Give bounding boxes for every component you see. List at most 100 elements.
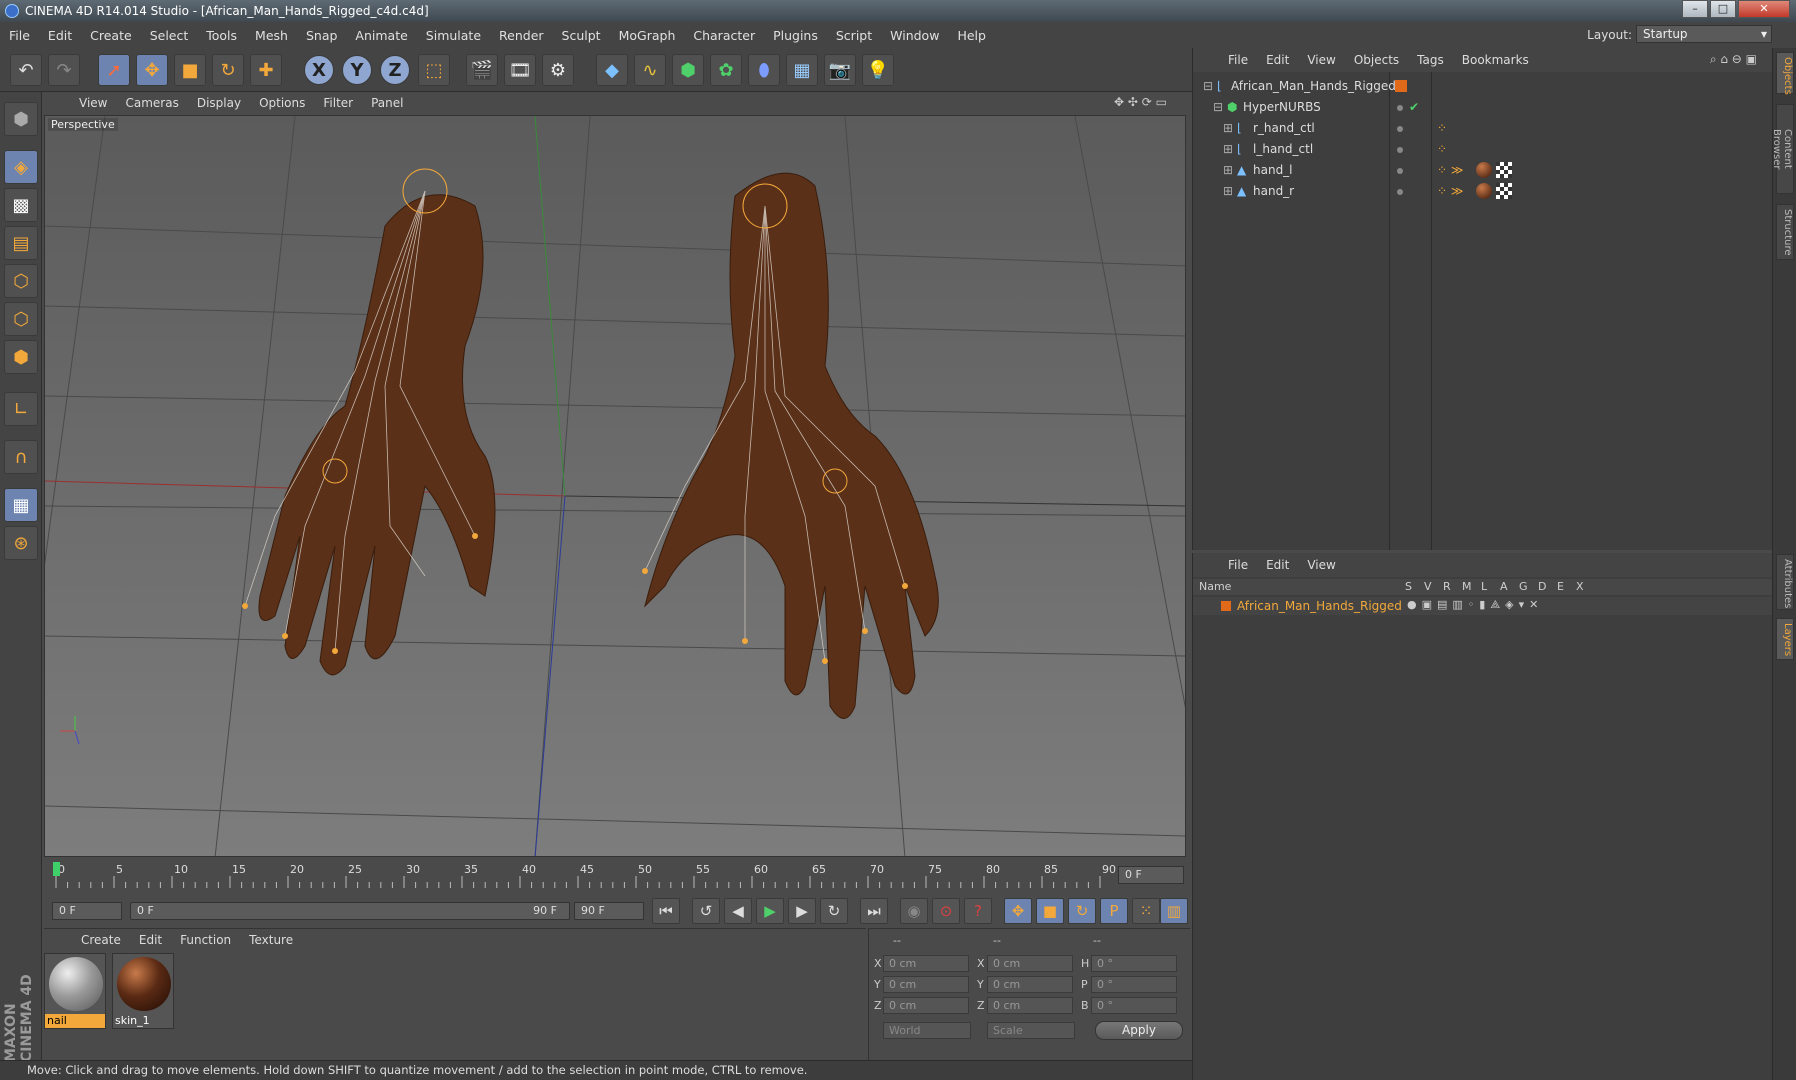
live-selection-icon[interactable]: ➚ — [98, 54, 130, 86]
coordinate-space-select[interactable]: World — [883, 1022, 971, 1039]
material-menu-texture[interactable]: Texture — [240, 933, 302, 947]
layer-flag-icons[interactable]: ●▣▤▥◦▮⟁◈▾✕ — [1407, 598, 1543, 612]
scale-tool-icon[interactable]: ■ — [174, 54, 206, 86]
planar-workplane-icon[interactable]: ⊛ — [4, 526, 38, 560]
go-to-end-icon[interactable]: ⏭ — [860, 898, 888, 924]
tab-objects[interactable]: Objects — [1776, 52, 1794, 95]
om-menu-view[interactable]: View — [1298, 53, 1344, 67]
skin-material-tag-icon[interactable] — [1476, 162, 1492, 178]
previous-frame-icon[interactable]: ◀ — [724, 898, 752, 924]
position-y-field[interactable]: 0 cm — [883, 976, 969, 993]
menu-snap[interactable]: Snap — [297, 28, 346, 43]
point-level-icon[interactable]: ⁙ — [1132, 898, 1160, 924]
menu-character[interactable]: Character — [684, 28, 764, 43]
perspective-viewport[interactable]: Perspective — [44, 115, 1186, 857]
menu-file[interactable]: File — [0, 28, 39, 43]
enabled-check-icon[interactable]: ✔ — [1409, 100, 1419, 114]
material-menu-function[interactable]: Function — [171, 933, 240, 947]
menu-script[interactable]: Script — [827, 28, 881, 43]
skin-material-tag-icon[interactable] — [1476, 183, 1492, 199]
viewport-menu-display[interactable]: Display — [188, 96, 250, 110]
material-menu-create[interactable]: Create — [72, 933, 130, 947]
lm-menu-view[interactable]: View — [1298, 558, 1344, 572]
om-menu-bookmarks[interactable]: Bookmarks — [1453, 53, 1538, 67]
menu-select[interactable]: Select — [141, 28, 198, 43]
size-x-field[interactable]: 0 cm — [987, 955, 1073, 972]
go-to-start-icon[interactable]: ⏮ — [652, 898, 680, 924]
rotation-h-field[interactable]: 0 ° — [1091, 955, 1177, 972]
viewport-nav-icons[interactable]: ✥ ✣ ⟳ ▭ — [1114, 95, 1167, 109]
timeline-window-icon[interactable]: ▥ — [1160, 898, 1188, 924]
maximize-button[interactable]: □ — [1710, 0, 1736, 18]
rotation-key-icon[interactable]: ↻ — [1068, 898, 1096, 924]
expand-icon[interactable]: ⊞ — [1223, 184, 1233, 198]
om-menu-file[interactable]: File — [1219, 53, 1257, 67]
expand-icon[interactable]: ⊞ — [1223, 163, 1233, 177]
playhead-marker[interactable] — [53, 862, 60, 876]
render-settings-icon[interactable]: ⚙ — [542, 54, 574, 86]
om-search-home-icons[interactable]: ⌕ ⌂ ⊖ ▣ — [1701, 52, 1766, 67]
position-z-field[interactable]: 0 cm — [883, 997, 969, 1014]
uvw-tag-icon[interactable] — [1496, 183, 1512, 199]
render-picture-viewer-icon[interactable]: 🎞 — [504, 54, 536, 86]
visibility-dot[interactable] — [1397, 168, 1403, 174]
object-row[interactable]: ⊞ ⌊ l_hand_ctl ⁘ — [1193, 139, 1772, 160]
deformer-icon[interactable]: ⬮ — [748, 54, 780, 86]
current-frame-field[interactable]: 0 F — [1118, 866, 1184, 884]
viewport-menu-options[interactable]: Options — [250, 96, 314, 110]
tab-layers[interactable]: Layers — [1776, 618, 1794, 660]
points-mode-icon[interactable]: ⬡ — [4, 264, 38, 298]
scale-key-icon[interactable]: ■ — [1036, 898, 1064, 924]
layout-select[interactable]: Startup ▾ — [1636, 25, 1772, 43]
close-button[interactable]: ✕ — [1738, 0, 1790, 18]
tag-icon[interactable]: ⁘ ≫ — [1437, 163, 1463, 177]
coordinate-system-icon[interactable]: ⬚ — [418, 54, 450, 86]
rotate-tool-icon[interactable]: ↻ — [212, 54, 244, 86]
previous-key-icon[interactable]: ↺ — [692, 898, 720, 924]
tag-icon[interactable]: ⁘ — [1437, 121, 1447, 135]
rotation-p-field[interactable]: 0 ° — [1091, 976, 1177, 993]
snap-icon[interactable]: ∩ — [4, 440, 38, 474]
menu-help[interactable]: Help — [948, 28, 995, 43]
viewport-menu-filter[interactable]: Filter — [314, 96, 362, 110]
lm-menu-edit[interactable]: Edit — [1257, 558, 1298, 572]
autokey-icon[interactable]: ⊙ — [932, 898, 960, 924]
visibility-dot[interactable] — [1397, 126, 1403, 132]
expand-icon[interactable]: ⊞ — [1223, 142, 1233, 156]
menu-plugins[interactable]: Plugins — [764, 28, 827, 43]
render-view-icon[interactable]: 🎬 — [466, 54, 498, 86]
array-icon[interactable]: ✿ — [710, 54, 742, 86]
material-skin[interactable]: skin_1 — [112, 953, 174, 1029]
play-icon[interactable]: ▶ — [756, 898, 784, 924]
workplane-lock-icon[interactable]: ▦ — [4, 488, 38, 522]
position-key-icon[interactable]: ✥ — [1004, 898, 1032, 924]
undo-icon[interactable]: ↶ — [10, 54, 42, 86]
apply-button[interactable]: Apply — [1095, 1021, 1183, 1040]
record-active-icon[interactable]: ◉ — [900, 898, 928, 924]
axis-mode-icon[interactable]: ∟ — [4, 392, 38, 426]
menu-window[interactable]: Window — [881, 28, 948, 43]
layer-row[interactable]: African_Man_Hands_Rigged ●▣▤▥◦▮⟁◈▾✕ — [1193, 597, 1772, 615]
texture-mode-icon[interactable]: ▩ — [4, 188, 38, 222]
keyframe-selection-icon[interactable]: ? — [964, 898, 992, 924]
object-row[interactable]: ⊟ ⬢ HyperNURBS ✔ — [1193, 97, 1772, 118]
object-row[interactable]: ⊟ ⌊ African_Man_Hands_Rigged — [1193, 76, 1772, 97]
material-menu-edit[interactable]: Edit — [130, 933, 171, 947]
recent-tool-icon[interactable]: ✚ — [250, 54, 282, 86]
polygons-mode-icon[interactable]: ⬢ — [4, 340, 38, 374]
visibility-dot[interactable] — [1397, 189, 1403, 195]
rotation-b-field[interactable]: 0 ° — [1091, 997, 1177, 1014]
tag-icon[interactable]: ⁘ ≫ — [1437, 184, 1463, 198]
collapse-icon[interactable]: ⊟ — [1203, 79, 1213, 93]
om-menu-objects[interactable]: Objects — [1345, 53, 1408, 67]
uvw-tag-icon[interactable] — [1496, 162, 1512, 178]
position-x-field[interactable]: 0 cm — [883, 955, 969, 972]
tab-content-browser[interactable]: Content Browser — [1771, 104, 1794, 194]
x-axis-lock-icon[interactable]: X — [304, 55, 334, 85]
menu-simulate[interactable]: Simulate — [417, 28, 490, 43]
y-axis-lock-icon[interactable]: Y — [342, 55, 372, 85]
lm-menu-file[interactable]: File — [1219, 558, 1257, 572]
move-tool-icon[interactable]: ✥ — [136, 54, 168, 86]
size-y-field[interactable]: 0 cm — [987, 976, 1073, 993]
menu-tools[interactable]: Tools — [197, 28, 246, 43]
